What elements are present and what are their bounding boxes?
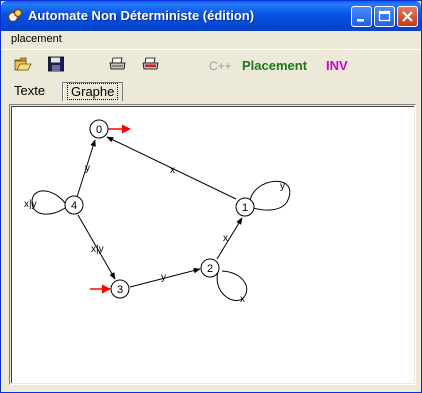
state-4[interactable]: 4	[64, 195, 84, 215]
close-button[interactable]	[397, 6, 418, 27]
loop-label-1: y	[280, 181, 285, 192]
loop-label-4: x|y	[24, 199, 37, 210]
title-bar[interactable]: Automate Non Déterministe (édition)	[1, 1, 421, 31]
menu-bar: placement	[1, 31, 421, 49]
tab-strip: Texte Graphe	[1, 79, 421, 103]
state-2[interactable]: 2	[200, 258, 220, 278]
edge-label-2-1: x	[223, 233, 228, 244]
placement-button[interactable]: Placement	[242, 58, 307, 73]
edge-label-3-2: y	[161, 272, 166, 283]
edge-label-4-3: x|y	[91, 244, 104, 255]
state-label-4: 4	[71, 200, 77, 212]
edge-label-1-0: x	[170, 165, 175, 176]
tab-texte-label: Texte	[14, 83, 46, 98]
loop-4[interactable]	[31, 190, 66, 215]
app-automaton-icon	[7, 8, 23, 23]
save-disk-icon[interactable]	[47, 56, 65, 72]
inv-button[interactable]: INV	[326, 58, 348, 73]
state-label-3: 3	[117, 284, 123, 296]
window-title: Automate Non Déterministe (édition)	[28, 8, 255, 23]
graph-panel: x y x|y y x y x x|y 0 1 2 3 4	[9, 104, 416, 385]
tab-graphe[interactable]: Graphe	[62, 82, 124, 101]
menu-placement[interactable]: placement	[11, 33, 62, 45]
toolbar: C++ Placement INV	[1, 49, 421, 80]
state-label-2: 2	[207, 263, 213, 275]
cpp-button[interactable]: C++	[209, 59, 232, 73]
minimize-icon	[357, 19, 364, 22]
print-icon[interactable]	[109, 56, 127, 72]
state-label-0: 0	[96, 124, 102, 136]
app-window: Automate Non Déterministe (édition) plac…	[0, 0, 422, 393]
edge-label-4-0: y	[85, 163, 90, 174]
open-folder-icon[interactable]	[14, 56, 32, 72]
state-label-1: 1	[242, 202, 248, 214]
state-0[interactable]: 0	[89, 119, 109, 139]
tab-graphe-label: Graphe	[67, 83, 119, 100]
graph-canvas[interactable]: x y x|y y x y x x|y 0 1 2 3 4	[11, 106, 414, 383]
close-icon	[402, 11, 413, 22]
loop-label-2: x	[240, 294, 245, 305]
state-3[interactable]: 3	[110, 279, 130, 299]
state-1[interactable]: 1	[235, 197, 255, 217]
maximize-icon	[378, 10, 391, 22]
automaton-graph[interactable]: x y x|y y x y x x|y 0 1 2 3 4	[12, 107, 413, 382]
maximize-button[interactable]	[374, 6, 395, 27]
minimize-button[interactable]	[351, 6, 372, 27]
edge-2-1[interactable]	[216, 217, 243, 260]
tab-texte[interactable]: Texte	[10, 82, 49, 101]
print-preview-icon[interactable]	[142, 56, 160, 72]
